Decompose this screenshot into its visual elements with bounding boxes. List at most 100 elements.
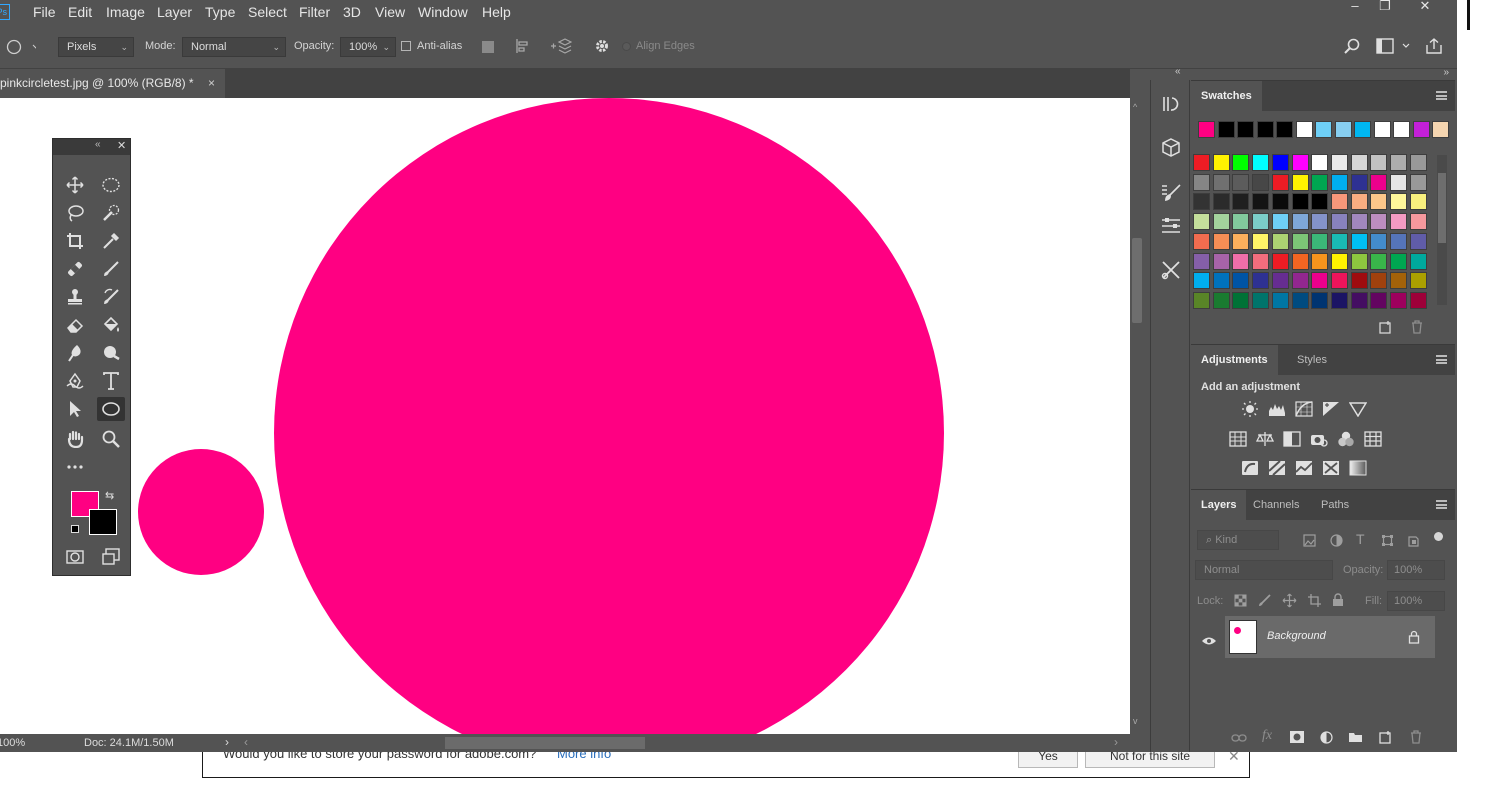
document-canvas[interactable] [0,98,1130,734]
color-swatch[interactable] [1350,213,1368,231]
document-size-info[interactable]: Doc: 24.1M/1.50M [84,737,174,749]
recent-swatch[interactable] [1432,121,1449,138]
color-swatch[interactable] [1252,213,1270,231]
eyedropper-tool-icon[interactable] [97,229,125,253]
history-brush-tool-icon[interactable] [97,285,125,309]
color-swatch[interactable] [1370,291,1388,309]
color-swatch[interactable] [1212,291,1230,309]
color-swatch[interactable] [1311,193,1329,211]
channel-mixer-icon[interactable] [1337,431,1355,447]
color-swatch[interactable] [1232,232,1250,250]
color-swatch[interactable] [1212,232,1230,250]
color-swatch[interactable] [1350,232,1368,250]
filter-adjustment-layers-icon[interactable] [1330,534,1343,547]
color-swatch[interactable] [1390,252,1407,270]
scroll-left-icon[interactable]: ‹ [244,735,248,749]
color-swatch[interactable] [1271,173,1289,191]
color-swatch[interactable] [1311,213,1329,231]
gradient-map-icon[interactable] [1349,460,1367,476]
color-swatch[interactable] [1291,232,1309,250]
tools-panel-header[interactable]: « ✕ [53,139,130,155]
color-swatch[interactable] [1212,252,1230,270]
layer-row-background[interactable]: Background [1225,616,1435,658]
lock-artboards-icon[interactable] [1307,593,1322,608]
color-swatch[interactable] [1232,272,1250,290]
color-swatch[interactable] [1370,173,1388,191]
new-group-folder-icon[interactable] [1348,731,1363,743]
more-info-link[interactable]: More info [557,752,611,761]
posterize-icon[interactable] [1268,460,1286,476]
recent-swatch[interactable] [1217,121,1235,138]
recent-swatch[interactable] [1198,121,1215,138]
color-swatch[interactable] [1311,291,1329,309]
color-swatch[interactable] [1252,232,1270,250]
color-swatch[interactable] [1232,291,1250,309]
crop-tool-icon[interactable] [61,229,89,253]
gear-icon[interactable] [594,38,610,54]
recent-swatch[interactable] [1354,121,1371,138]
restore-button[interactable]: ❐ [1370,0,1400,14]
zoom-tool-icon[interactable] [97,427,125,451]
color-swatch[interactable] [1252,291,1270,309]
menu-view[interactable]: View [375,4,405,20]
color-swatch[interactable] [1291,291,1309,309]
black-white-icon[interactable] [1283,431,1301,447]
menu-filter[interactable]: Filter [299,4,330,20]
color-swatch[interactable] [1350,154,1368,171]
quick-selection-tool-icon[interactable] [97,201,125,225]
color-swatch[interactable] [1330,213,1348,231]
color-swatch[interactable] [1370,232,1388,250]
recent-swatch[interactable] [1315,121,1332,138]
filter-smart-objects-icon[interactable] [1407,534,1420,547]
hand-tool-icon[interactable] [61,427,89,451]
panel-menu-icon[interactable] [1436,91,1447,100]
curves-icon[interactable] [1295,401,1313,417]
properties-panel-icon[interactable] [1159,214,1183,238]
filter-type-layers-icon[interactable]: T [1356,531,1365,547]
blend-mode-select[interactable]: Normal ⌄ [182,37,286,57]
color-swatch[interactable] [1390,232,1407,250]
color-swatch[interactable] [1390,154,1407,171]
new-layer-icon[interactable] [1379,730,1393,744]
zoom-level[interactable]: 100% [0,737,25,749]
layer-opacity-input[interactable]: 100% [1387,560,1445,580]
color-lookup-icon[interactable] [1364,431,1382,447]
scroll-up-icon[interactable]: ^ [1133,102,1137,112]
path-alignment-icon[interactable] [515,38,531,54]
healing-brush-tool-icon[interactable] [61,257,89,281]
color-swatch[interactable] [1350,193,1368,211]
invert-icon[interactable] [1241,460,1259,476]
color-swatch[interactable] [1291,252,1309,270]
menu-file[interactable]: File [33,4,56,20]
elliptical-marquee-tool-icon[interactable] [97,173,125,197]
color-swatch[interactable] [1193,232,1210,250]
swatches-scrollbar[interactable] [1437,155,1447,305]
layer-blend-mode-select[interactable]: Normal [1195,560,1333,580]
color-swatch[interactable] [1252,252,1270,270]
quick-mask-icon[interactable] [61,545,89,569]
exposure-icon[interactable] [1322,401,1340,417]
3d-panel-icon[interactable] [1159,136,1183,160]
color-swatch[interactable] [1193,252,1210,270]
color-swatch[interactable] [1193,154,1210,171]
tab-styles[interactable]: Styles [1287,345,1337,375]
brush-settings-icon[interactable] [1159,182,1183,206]
background-color-swatch[interactable] [89,509,117,535]
type-tool-icon[interactable] [97,369,125,393]
path-arrangement-icon[interactable] [550,38,572,54]
color-swatch[interactable] [1370,154,1388,171]
tab-paths[interactable]: Paths [1311,490,1359,520]
color-swatch[interactable] [1271,193,1289,211]
color-swatch[interactable] [1330,252,1348,270]
swap-colors-icon[interactable]: ⇆ [105,489,114,502]
opacity-input[interactable]: 100% ⌄ [340,37,396,57]
menu-layer[interactable]: Layer [157,4,192,20]
photo-filter-icon[interactable] [1310,431,1328,447]
color-swatch[interactable] [1370,213,1388,231]
menu-edit[interactable]: Edit [68,4,92,20]
color-swatch[interactable] [1409,193,1427,211]
brightness-contrast-icon[interactable] [1241,401,1259,417]
trash-icon[interactable] [1410,320,1424,334]
color-swatch[interactable] [1370,193,1388,211]
color-swatch[interactable] [1252,173,1270,191]
